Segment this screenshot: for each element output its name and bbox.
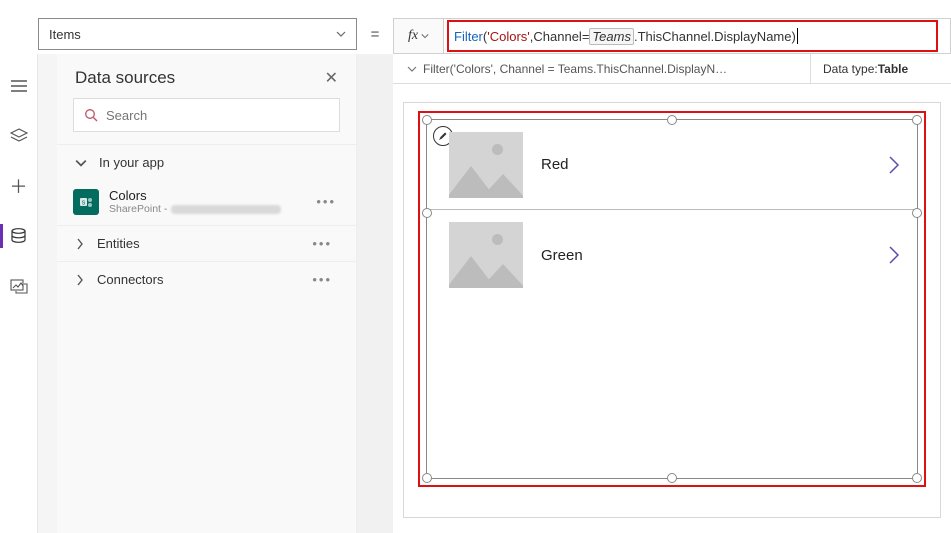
section-entities[interactable]: Entities ••• <box>57 225 356 261</box>
formula-fn: Filter <box>454 29 483 44</box>
gallery-item-title: Green <box>541 247 869 264</box>
resize-handle[interactable] <box>912 208 922 218</box>
chevron-right-icon <box>75 274 85 286</box>
formula-arg1: 'Colors' <box>487 29 530 44</box>
more-icon[interactable]: ••• <box>316 194 342 209</box>
formula-breadcrumb[interactable]: Filter('Colors', Channel = Teams.ThisCha… <box>393 54 811 83</box>
resize-handle[interactable] <box>422 115 432 125</box>
formula-bar[interactable]: Filter('Colors', Channel = Teams.ThisCha… <box>443 18 951 54</box>
resize-handle[interactable] <box>422 473 432 483</box>
resize-handle[interactable] <box>667 115 677 125</box>
chevron-right-icon[interactable] <box>887 244 901 266</box>
gallery-item-title: Red <box>541 156 869 173</box>
resize-handle[interactable] <box>422 208 432 218</box>
image-placeholder-icon <box>449 132 523 198</box>
resize-handle[interactable] <box>912 115 922 125</box>
data-type-value: Table <box>878 62 908 76</box>
chevron-down-icon <box>75 157 87 169</box>
gallery-control[interactable]: Red Green <box>426 119 918 479</box>
section-in-your-app[interactable]: In your app <box>57 144 356 180</box>
equals-sign: = <box>357 18 393 50</box>
more-icon[interactable]: ••• <box>312 272 338 287</box>
section-entities-label: Entities <box>97 236 140 251</box>
hamburger-icon[interactable] <box>0 72 38 100</box>
formula-paren-close: ) <box>791 29 795 44</box>
datasource-title: Colors <box>109 188 306 203</box>
formula-field: Channel <box>533 29 581 44</box>
panel-title: Data sources <box>75 68 175 88</box>
section-in-your-app-label: In your app <box>99 155 164 170</box>
selection-highlight: Red Green <box>418 111 926 487</box>
gallery-item[interactable]: Red <box>427 120 917 210</box>
resize-handle[interactable] <box>667 473 677 483</box>
svg-text:s: s <box>82 199 86 206</box>
property-dropdown[interactable]: Items <box>38 18 357 50</box>
chevron-down-icon <box>407 64 417 74</box>
gallery-item[interactable]: Green <box>427 210 917 300</box>
canvas-area[interactable]: Red Green <box>403 102 941 518</box>
database-icon[interactable] <box>0 222 38 250</box>
chevron-right-icon <box>75 238 85 250</box>
resize-handle[interactable] <box>912 473 922 483</box>
more-icon[interactable]: ••• <box>312 236 338 251</box>
plus-icon[interactable]: ＋ <box>0 172 38 200</box>
fx-label[interactable]: fx <box>393 18 443 54</box>
media-icon[interactable] <box>0 272 38 300</box>
formula-cursor <box>797 28 798 44</box>
redacted-text <box>171 205 281 214</box>
layers-icon[interactable] <box>0 122 38 150</box>
formula-teams-token: Teams <box>589 28 634 45</box>
property-dropdown-value: Items <box>49 27 81 42</box>
section-connectors-label: Connectors <box>97 272 163 287</box>
chevron-down-icon <box>421 32 429 40</box>
chevron-down-icon <box>336 29 346 39</box>
datasource-subtitle: SharePoint - <box>109 203 306 215</box>
formula-chain: .ThisChannel.DisplayName <box>634 29 792 44</box>
datasource-colors[interactable]: s Colors SharePoint - ••• <box>57 180 356 225</box>
left-rail: ＋ <box>0 54 38 533</box>
search-field[interactable] <box>106 108 329 123</box>
section-connectors[interactable]: Connectors ••• <box>57 261 356 297</box>
chevron-right-icon[interactable] <box>887 154 901 176</box>
search-input[interactable] <box>73 98 340 132</box>
image-placeholder-icon <box>449 222 523 288</box>
search-icon <box>84 108 98 122</box>
fx-label-text: fx <box>408 28 418 44</box>
data-type-label: Data type: <box>823 62 878 76</box>
close-icon[interactable]: ✕ <box>325 68 338 88</box>
data-sources-panel: Data sources ✕ In your app s Colors Shar… <box>57 54 357 533</box>
formula-breadcrumb-text: Filter('Colors', Channel = Teams.ThisCha… <box>423 62 727 76</box>
data-type-indicator: Data type: Table <box>811 54 951 83</box>
sharepoint-icon: s <box>73 189 99 215</box>
formula-eq: = <box>582 29 590 44</box>
